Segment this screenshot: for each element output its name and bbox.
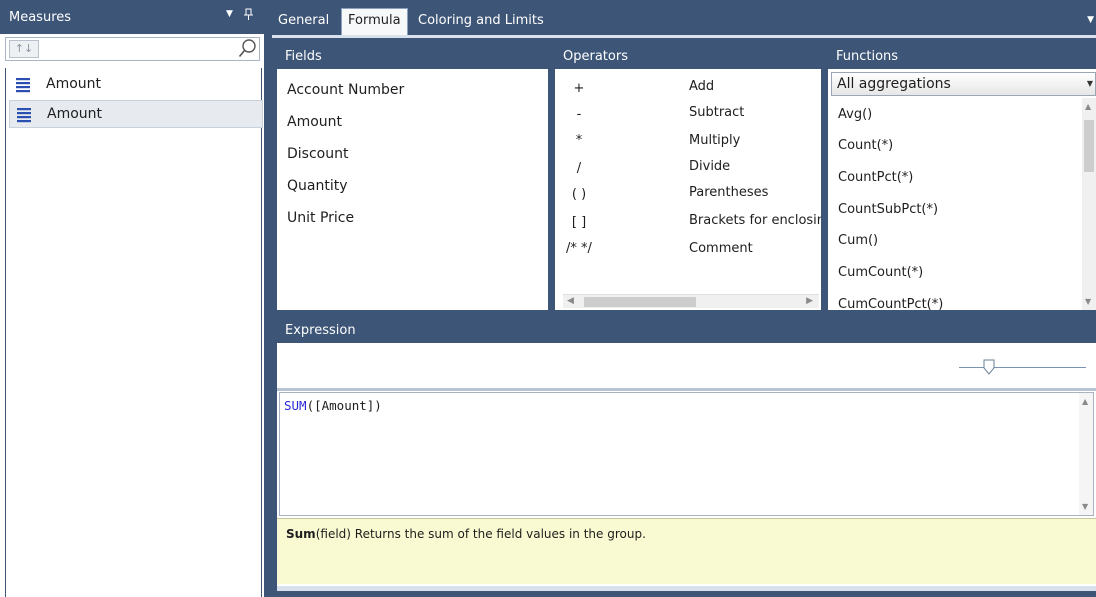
chevron-down-icon[interactable]: ▼ <box>226 9 233 19</box>
zoom-slider-track[interactable] <box>959 367 1086 368</box>
measure-search-input[interactable] <box>44 40 224 58</box>
measure-list: Amount Amount <box>5 68 263 597</box>
function-item[interactable]: CumCount(*) <box>838 265 923 280</box>
tab-general[interactable]: General <box>272 9 335 33</box>
function-category-select[interactable]: All aggregations ▼ <box>831 72 1096 96</box>
fields-pane: Fields Account Number Amount Discount Qu… <box>277 44 548 310</box>
function-item[interactable]: Count(*) <box>838 138 893 153</box>
operators-title: Operators <box>555 44 821 69</box>
tab-underline <box>272 35 1096 38</box>
measure-label: Amount <box>46 76 102 92</box>
operator-symbol: /* */ <box>566 241 592 256</box>
functions-vertical-scrollbar[interactable]: ▲ ▼ <box>1082 98 1096 310</box>
function-item[interactable]: CountSubPct(*) <box>838 202 938 217</box>
measures-header: Measures ▼ <box>0 0 264 34</box>
function-item[interactable]: CountPct(*) <box>838 170 913 185</box>
operator-symbol: [ ] <box>571 215 587 230</box>
function-list: Avg() Count(*) CountPct(*) CountSubPct(*… <box>831 98 1096 310</box>
expression-text[interactable]: SUM([Amount]) <box>284 398 382 413</box>
scroll-down-icon[interactable]: ▼ <box>1082 502 1088 511</box>
field-item[interactable]: Discount <box>287 146 348 162</box>
measure-search-box: ↑↓ <box>5 37 260 61</box>
operator-name: Brackets for enclosing <box>689 213 821 228</box>
expression-pane: Expression SUM([Amount]) ▲ ▼ Sum(field) … <box>277 318 1096 591</box>
measure-item[interactable]: Amount <box>9 71 263 99</box>
expression-title: Expression <box>277 318 1096 343</box>
field-item[interactable]: Quantity <box>287 178 348 194</box>
functions-pane: Functions All aggregations ▼ Avg() Count… <box>828 44 1096 310</box>
bottom-rule <box>277 586 1096 591</box>
expression-vertical-scrollbar[interactable]: ▲ ▼ <box>1079 393 1093 515</box>
help-text: Sum(field) Returns the sum of the field … <box>286 527 646 541</box>
sort-button[interactable]: ↑↓ <box>9 40 39 58</box>
operator-symbol: - <box>576 107 582 122</box>
fields-title: Fields <box>277 44 548 69</box>
operator-name: Subtract <box>689 105 745 120</box>
tab-strip: General Formula Coloring and Limits ▼ <box>264 0 1096 38</box>
tab-formula[interactable]: Formula <box>341 8 408 35</box>
tab-coloring-and-limits[interactable]: Coloring and Limits <box>412 9 550 33</box>
operator-symbol: + <box>573 81 585 96</box>
measures-title: Measures <box>9 10 72 25</box>
chevron-down-icon[interactable]: ▼ <box>1087 15 1094 25</box>
operator-symbol: * <box>575 133 583 148</box>
field-item[interactable]: Unit Price <box>287 210 354 226</box>
functions-title: Functions <box>828 44 1096 69</box>
expression-argument: ([Amount]) <box>306 398 382 413</box>
search-icon[interactable] <box>238 38 258 60</box>
operator-name: Multiply <box>689 133 741 148</box>
measure-list-icon <box>15 77 31 93</box>
scroll-left-icon[interactable]: ◀ <box>567 296 574 306</box>
function-help-box: Sum(field) Returns the sum of the field … <box>277 518 1096 584</box>
pin-icon[interactable] <box>244 8 254 23</box>
help-description: (field) Returns the sum of the field val… <box>315 527 646 541</box>
function-item[interactable]: CumCountPct(*) <box>838 297 943 310</box>
operator-symbol: / <box>576 161 582 176</box>
measures-panel: Measures ▼ ↑↓ Amount Amount <box>0 0 264 597</box>
operator-name: Divide <box>689 159 731 174</box>
help-function-name: Sum <box>286 527 316 541</box>
function-item[interactable]: Avg() <box>838 107 872 122</box>
scroll-thumb[interactable] <box>1084 120 1094 172</box>
function-item[interactable]: Cum() <box>838 233 878 248</box>
splitter[interactable] <box>277 388 1096 391</box>
function-category-value: All aggregations <box>837 76 951 92</box>
scroll-right-icon[interactable]: ▶ <box>806 296 813 306</box>
operator-symbol: ( ) <box>571 187 587 202</box>
measure-item-selected[interactable]: Amount <box>9 100 263 128</box>
expression-keyword: SUM <box>284 398 307 413</box>
operators-horizontal-scrollbar[interactable]: ◀ ▶ <box>563 294 819 308</box>
scroll-up-icon[interactable]: ▲ <box>1082 397 1088 406</box>
operators-pane: Operators + Add - Subtract * Multiply / … <box>555 44 821 310</box>
operator-name: Parentheses <box>689 185 769 200</box>
scroll-down-icon[interactable]: ▼ <box>1085 297 1091 306</box>
measure-label: Amount <box>47 106 103 122</box>
operator-name: Comment <box>689 241 753 256</box>
expression-editor[interactable]: SUM([Amount]) ▲ ▼ <box>279 392 1094 516</box>
scroll-thumb[interactable] <box>584 297 696 307</box>
chevron-down-icon: ▼ <box>1086 79 1093 88</box>
zoom-slider-thumb[interactable] <box>983 359 995 375</box>
measure-list-icon <box>16 107 32 123</box>
field-item[interactable]: Amount <box>287 114 342 130</box>
scroll-up-icon[interactable]: ▲ <box>1085 102 1091 111</box>
formula-editor: General Formula Coloring and Limits ▼ Fi… <box>264 0 1096 597</box>
field-item[interactable]: Account Number <box>287 82 404 98</box>
operator-name: Add <box>689 79 715 94</box>
